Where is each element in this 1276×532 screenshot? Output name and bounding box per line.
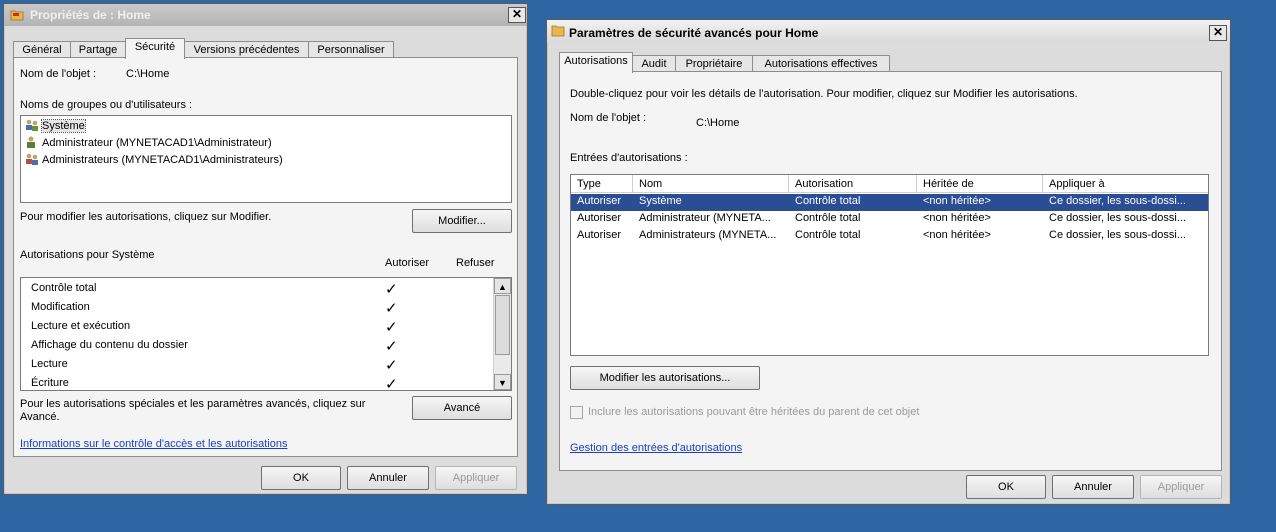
user-icon [27,136,35,148]
permission-entries-table: Type Nom Autorisation Héritée de Appliqu… [570,174,1209,356]
group-icon [26,153,38,165]
close-button[interactable]: ✕ [1209,25,1227,41]
inherit-permissions-checkbox[interactable] [570,406,583,419]
user-item-system[interactable]: Système [25,118,86,134]
tab-strip: Général Partage Sécurité Versions précéd… [13,38,413,59]
scroll-thumb[interactable] [495,295,510,355]
tab-strip: Autorisations Audit Propriétaire Autoris… [559,52,919,73]
modify-button[interactable]: Modifier... [412,209,512,233]
object-name-value: C:\Home [696,117,740,129]
allow-checkmark: ✓ [385,376,398,391]
ok-button[interactable]: OK [966,475,1046,499]
window-title: Paramètres de sécurité avancés pour Home [569,26,819,40]
object-name-label: Nom de l'objet : [570,112,647,124]
apply-button[interactable]: Appliquer [435,466,517,490]
table-row[interactable]: Autoriser Administrateurs (MYNETA... Con… [571,228,1208,245]
cancel-button[interactable]: Annuler [347,466,429,490]
manage-entries-link[interactable]: Gestion des entrées d'autorisations [570,442,742,454]
cancel-button[interactable]: Annuler [1052,475,1134,499]
table-row[interactable]: Autoriser Système Contrôle total <non hé… [571,194,1208,211]
allow-checkmark: ✓ [385,300,398,317]
allow-checkmark: ✓ [385,338,398,355]
tab-owner[interactable]: Propriétaire [675,55,753,72]
user-item-administrator[interactable]: Administrateur (MYNETACAD1\Administrateu… [25,135,272,151]
tab-general[interactable]: Général [13,41,71,58]
column-header-type[interactable]: Type [571,175,633,193]
object-name-label: Nom de l'objet : [20,68,97,80]
entries-label: Entrées d'autorisations : [570,152,688,164]
advanced-hint-line2: Avancé. [20,411,60,423]
tab-previous-versions[interactable]: Versions précédentes [184,41,309,58]
tab-customize[interactable]: Personnaliser [308,41,394,58]
instruction-text: Double-cliquez pour voir les détails de … [570,88,1078,100]
user-item-administrators[interactable]: Administrateurs (MYNETACAD1\Administrate… [25,152,283,168]
scroll-down-arrow-icon[interactable]: ▼ [494,374,511,390]
column-header-permission[interactable]: Autorisation [789,175,917,193]
allow-checkmark: ✓ [385,281,398,298]
modify-permissions-button[interactable]: Modifier les autorisations... [570,366,760,390]
access-control-info-link[interactable]: Informations sur le contrôle d'accès et … [20,438,287,450]
security-panel: Nom de l'objet : C:\Home Noms de groupes… [13,57,518,457]
title-bar[interactable]: Paramètres de sécurité avancés pour Home… [547,20,1230,42]
inherit-permissions-label: Inclure les autorisations pouvant être h… [588,406,920,418]
window-title: Propriétés de : Home [30,8,151,22]
apply-button[interactable]: Appliquer [1140,475,1222,499]
advanced-button[interactable]: Avancé [412,396,512,420]
groups-label: Noms de groupes ou d'utilisateurs : [20,99,193,111]
advanced-security-window: Paramètres de sécurité avancés pour Home… [546,19,1231,505]
properties-window: Propriétés de : Home ✕ Général Partage S… [3,3,528,495]
permissions-label: Autorisations pour Système [20,249,155,261]
deny-column-header: Refuser [456,257,495,269]
object-name-value: C:\Home [126,68,170,80]
tab-permissions[interactable]: Autorisations [559,52,633,73]
folder-icon [551,25,565,37]
tab-security[interactable]: Sécurité [125,38,185,59]
permissions-list: Contrôle total ✓ Modification ✓ Lecture … [20,277,512,391]
modify-hint: Pour modifier les autorisations, cliquez… [20,211,272,223]
tab-audit[interactable]: Audit [632,55,676,72]
allow-column-header: Autoriser [385,257,430,269]
column-header-apply-to[interactable]: Appliquer à [1043,175,1208,193]
scroll-up-arrow-icon[interactable]: ▲ [494,278,511,294]
column-header-name[interactable]: Nom [633,175,789,193]
column-header-inherited-from[interactable]: Héritée de [917,175,1043,193]
tab-sharing[interactable]: Partage [70,41,126,58]
permissions-scrollbar[interactable]: ▲ ▼ [493,278,511,390]
tab-effective-permissions[interactable]: Autorisations effectives [752,55,890,72]
allow-checkmark: ✓ [385,319,398,336]
permissions-panel: Double-cliquez pour voir les détails de … [559,71,1222,471]
users-list: Système Administrateur (MYNETACAD1\Admin… [20,115,512,203]
advanced-hint: Pour les autorisations spéciales et les … [20,398,366,410]
group-icon [26,119,38,131]
allow-checkmark: ✓ [385,357,398,374]
table-row[interactable]: Autoriser Administrateur (MYNETA... Cont… [571,211,1208,228]
folder-icon [10,10,24,21]
title-bar[interactable]: Propriétés de : Home ✕ [4,4,527,26]
ok-button[interactable]: OK [261,466,341,490]
close-button[interactable]: ✕ [508,7,526,23]
